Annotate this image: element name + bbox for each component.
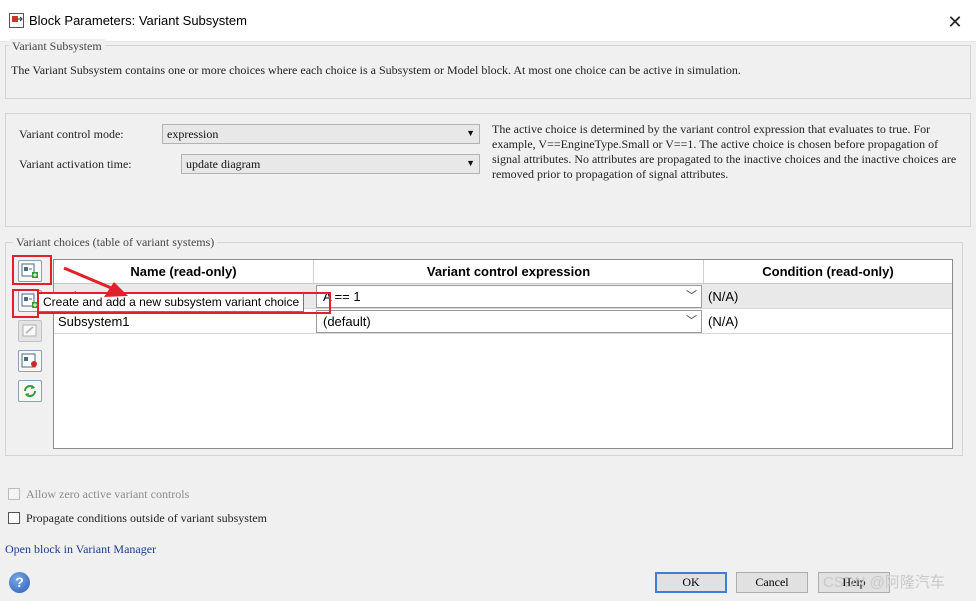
window-title: Block Parameters: Variant Subsystem <box>29 13 247 28</box>
refresh-icon <box>24 385 36 397</box>
open-block-icon <box>21 353 37 368</box>
allow-zero-active-label: Allow zero active variant controls <box>26 487 190 501</box>
annotation-highlight-box <box>12 289 39 318</box>
comment-out-variant-button[interactable] <box>18 320 42 342</box>
variant-condition-cell: (N/A) <box>708 289 739 304</box>
ok-button[interactable]: OK <box>655 572 727 593</box>
dropdown-arrow-icon: ▼ <box>466 128 475 138</box>
annotation-highlight-box <box>37 292 331 314</box>
variant-activation-time-label: Variant activation time: <box>19 157 132 171</box>
variant-expression-value: (default) <box>323 314 371 329</box>
description-legend: Variant Subsystem <box>9 39 105 54</box>
refresh-variants-button[interactable] <box>18 380 42 402</box>
help-icon[interactable]: ? <box>9 572 30 593</box>
simulink-block-icon <box>9 13 24 28</box>
variant-choices-table: Name (read-only) Variant control express… <box>53 259 953 449</box>
variant-control-mode-value: expression <box>167 127 219 141</box>
open-variant-manager-link[interactable]: Open block in Variant Manager <box>5 542 156 557</box>
variant-condition-cell: (N/A) <box>708 314 739 329</box>
annotation-highlight-box <box>12 255 52 285</box>
column-header-condition[interactable]: Condition (read-only) <box>704 260 952 284</box>
column-header-expression[interactable]: Variant control expression <box>314 260 704 284</box>
variant-activation-time-dropdown[interactable]: update diagram ▼ <box>181 154 480 174</box>
chevron-down-icon: ﹀ <box>686 290 697 302</box>
variant-control-mode-dropdown[interactable]: expression ▼ <box>162 124 480 144</box>
variant-expression-dropdown[interactable]: A == 1 ﹀ <box>316 285 702 308</box>
variant-activation-time-value: update diagram <box>186 157 261 171</box>
open-variant-block-button[interactable] <box>18 350 42 372</box>
variant-control-mode-label: Variant control mode: <box>19 127 124 141</box>
column-header-name[interactable]: Name (read-only) <box>54 260 314 284</box>
description-text: The Variant Subsystem contains one or mo… <box>11 63 741 77</box>
variant-expression-dropdown[interactable]: (default) ﹀ <box>316 310 702 333</box>
close-button[interactable]: ✕ <box>940 8 970 36</box>
variant-mode-help-text: The active choice is determined by the v… <box>492 122 957 181</box>
watermark: CSDN @阿隆汽车 <box>823 574 945 591</box>
cancel-button[interactable]: Cancel <box>736 572 808 593</box>
chevron-down-icon: ﹀ <box>686 315 697 327</box>
comment-icon <box>22 324 37 337</box>
allow-zero-active-checkbox[interactable] <box>8 488 20 500</box>
dropdown-arrow-icon: ▼ <box>466 158 475 168</box>
variant-choices-legend: Variant choices (table of variant system… <box>13 235 218 250</box>
propagate-conditions-checkbox[interactable] <box>8 512 20 524</box>
propagate-conditions-label: Propagate conditions outside of variant … <box>26 511 267 525</box>
